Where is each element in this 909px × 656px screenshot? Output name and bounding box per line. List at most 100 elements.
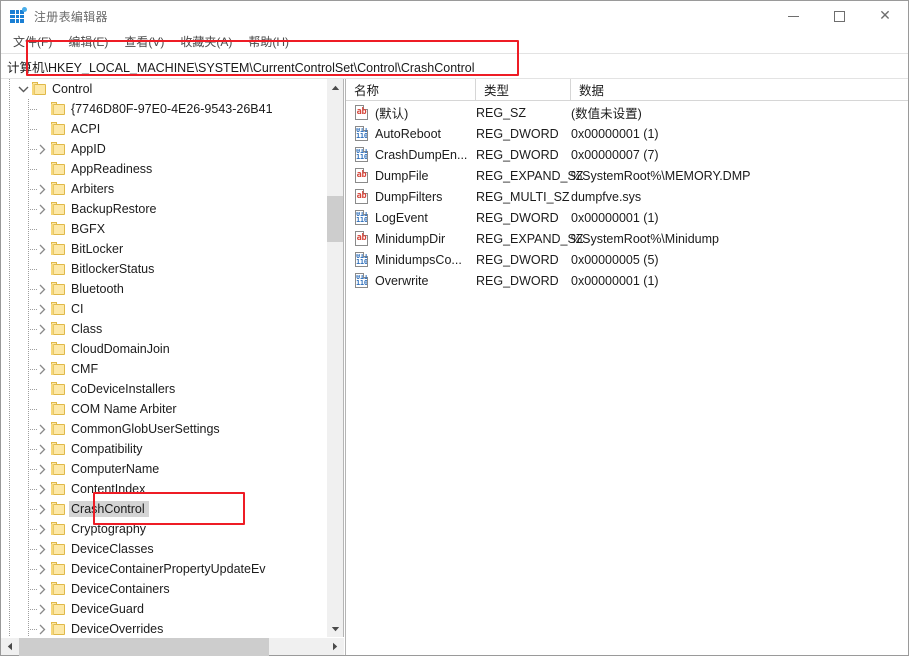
tree-horizontal-scrollbar[interactable] bbox=[1, 637, 344, 655]
tree-hscroll-thumb[interactable] bbox=[19, 638, 269, 656]
folder-icon bbox=[31, 82, 47, 96]
tree-scroll-track[interactable] bbox=[327, 96, 343, 620]
folder-icon bbox=[50, 182, 66, 196]
close-button[interactable]: ✕ bbox=[862, 1, 908, 32]
value-row[interactable]: 011110OverwriteREG_DWORD0x00000001 (1) bbox=[346, 270, 908, 291]
tree-item-clouddomainjoin[interactable]: CloudDomainJoin bbox=[1, 339, 326, 359]
column-header-type[interactable]: 类型 bbox=[476, 79, 571, 100]
chevron-right-icon[interactable] bbox=[34, 464, 50, 475]
folder-icon bbox=[50, 622, 66, 636]
minimize-button[interactable] bbox=[770, 1, 816, 32]
tree-item-deviceclasses[interactable]: DeviceClasses bbox=[1, 539, 326, 559]
tree-item-compatibility[interactable]: Compatibility bbox=[1, 439, 326, 459]
chevron-right-icon[interactable] bbox=[34, 584, 50, 595]
value-row[interactable]: abDumpFiltersREG_MULTI_SZdumpfve.sys bbox=[346, 186, 908, 207]
tree-item-label: BackupRestore bbox=[71, 202, 160, 216]
tree-item-appreadiness[interactable]: AppReadiness bbox=[1, 159, 326, 179]
value-type-cell: REG_SZ bbox=[476, 106, 571, 120]
folder-icon bbox=[50, 482, 66, 496]
column-header-name[interactable]: 名称 bbox=[346, 79, 476, 100]
value-row[interactable]: abDumpFileREG_EXPAND_SZ%SystemRoot%\MEMO… bbox=[346, 165, 908, 186]
values-column-header: 名称 类型 数据 bbox=[346, 79, 908, 101]
value-row[interactable]: 011110MinidumpsCo...REG_DWORD0x00000005 … bbox=[346, 249, 908, 270]
folder-icon bbox=[50, 502, 66, 516]
tree-item-bgfx[interactable]: BGFX bbox=[1, 219, 326, 239]
chevron-right-icon[interactable] bbox=[34, 604, 50, 615]
chevron-right-icon[interactable] bbox=[34, 364, 50, 375]
chevron-right-icon[interactable] bbox=[34, 624, 50, 635]
tree-viewport: Control{7746D80F-97E0-4E26-9543-26B41ACP… bbox=[1, 79, 344, 637]
tree-item-control[interactable]: Control bbox=[1, 79, 326, 99]
maximize-button[interactable] bbox=[816, 1, 862, 32]
value-data-cell: 0x00000001 (1) bbox=[571, 127, 908, 141]
tree-item-ci[interactable]: CI bbox=[1, 299, 326, 319]
value-row[interactable]: 011110CrashDumpEn...REG_DWORD0x00000007 … bbox=[346, 144, 908, 165]
menu-file[interactable]: 文件(F) bbox=[5, 33, 60, 52]
scroll-left-icon[interactable] bbox=[1, 638, 19, 655]
scroll-up-icon[interactable] bbox=[327, 79, 343, 96]
tree-scroll-thumb[interactable] bbox=[327, 196, 344, 242]
value-data-cell: (数值未设置) bbox=[571, 103, 908, 122]
tree-item-acpi[interactable]: ACPI bbox=[1, 119, 326, 139]
folder-icon bbox=[50, 222, 66, 236]
chevron-right-icon[interactable] bbox=[34, 144, 50, 155]
close-icon: ✕ bbox=[879, 9, 891, 23]
tree-item-deviceguard[interactable]: DeviceGuard bbox=[1, 599, 326, 619]
chevron-right-icon[interactable] bbox=[34, 184, 50, 195]
tree-item-arbiters[interactable]: Arbiters bbox=[1, 179, 326, 199]
registry-editor-window: 注册表编辑器 ✕ 文件(F) 编辑(E) 查看(V) 收藏夹(A) 帮助(H) … bbox=[0, 0, 909, 656]
chevron-right-icon[interactable] bbox=[34, 284, 50, 295]
tree-item-codeviceinstallers[interactable]: CoDeviceInstallers bbox=[1, 379, 326, 399]
chevron-right-icon[interactable] bbox=[34, 204, 50, 215]
chevron-right-icon[interactable] bbox=[34, 564, 50, 575]
menu-edit[interactable]: 编辑(E) bbox=[60, 33, 116, 52]
window-controls: ✕ bbox=[770, 1, 908, 32]
chevron-down-icon[interactable] bbox=[15, 85, 31, 93]
tree-item-contentindex[interactable]: ContentIndex bbox=[1, 479, 326, 499]
value-name-cell: 011110CrashDumpEn... bbox=[346, 147, 476, 162]
column-header-data[interactable]: 数据 bbox=[571, 79, 908, 100]
menu-favorites[interactable]: 收藏夹(A) bbox=[172, 33, 240, 52]
tree-item-cmf[interactable]: CMF bbox=[1, 359, 326, 379]
tree-vertical-scrollbar[interactable] bbox=[326, 79, 343, 637]
chevron-right-icon[interactable] bbox=[34, 484, 50, 495]
value-type-cell: REG_DWORD bbox=[476, 274, 571, 288]
tree-item-devicecontainers[interactable]: DeviceContainers bbox=[1, 579, 326, 599]
value-row[interactable]: 011110AutoRebootREG_DWORD0x00000001 (1) bbox=[346, 123, 908, 144]
menu-view[interactable]: 查看(V) bbox=[116, 33, 172, 52]
tree-item-class[interactable]: Class bbox=[1, 319, 326, 339]
scroll-right-icon[interactable] bbox=[326, 638, 344, 655]
value-row[interactable]: 011110LogEventREG_DWORD0x00000001 (1) bbox=[346, 207, 908, 228]
chevron-right-icon[interactable] bbox=[34, 504, 50, 515]
tree-item-bluetooth[interactable]: Bluetooth bbox=[1, 279, 326, 299]
tree-item-computername[interactable]: ComputerName bbox=[1, 459, 326, 479]
tree-hscroll-track[interactable] bbox=[19, 638, 326, 655]
tree-item-deviceoverrides[interactable]: DeviceOverrides bbox=[1, 619, 326, 637]
tree-item-label: Arbiters bbox=[71, 182, 118, 196]
chevron-right-icon[interactable] bbox=[34, 544, 50, 555]
registry-path-input[interactable]: 计算机\HKEY_LOCAL_MACHINE\SYSTEM\CurrentCon… bbox=[3, 55, 906, 77]
chevron-right-icon[interactable] bbox=[34, 524, 50, 535]
tree-item-devicecontainerpropertyupdateev[interactable]: DeviceContainerPropertyUpdateEv bbox=[1, 559, 326, 579]
menu-help[interactable]: 帮助(H) bbox=[240, 33, 297, 52]
tree-item-bitlocker[interactable]: BitLocker bbox=[1, 239, 326, 259]
chevron-right-icon[interactable] bbox=[34, 324, 50, 335]
tree-item-cryptography[interactable]: Cryptography bbox=[1, 519, 326, 539]
tree-item-appid[interactable]: AppID bbox=[1, 139, 326, 159]
tree-item-bitlockerstatus[interactable]: BitlockerStatus bbox=[1, 259, 326, 279]
value-row[interactable]: ab(默认)REG_SZ(数值未设置) bbox=[346, 102, 908, 123]
chevron-right-icon[interactable] bbox=[34, 424, 50, 435]
tree-item-com-name-arbiter[interactable]: COM Name Arbiter bbox=[1, 399, 326, 419]
scroll-down-icon[interactable] bbox=[327, 620, 343, 637]
value-name-label: AutoReboot bbox=[375, 127, 441, 141]
tree-item-commonglobusersettings[interactable]: CommonGlobUserSettings bbox=[1, 419, 326, 439]
window-title: 注册表编辑器 bbox=[34, 8, 108, 25]
tree-item--7746d80f-97e0-4e26-9543-26b41[interactable]: {7746D80F-97E0-4E26-9543-26B41 bbox=[1, 99, 326, 119]
value-row[interactable]: abMinidumpDirREG_EXPAND_SZ%SystemRoot%\M… bbox=[346, 228, 908, 249]
chevron-right-icon[interactable] bbox=[34, 444, 50, 455]
tree-item-backuprestore[interactable]: BackupRestore bbox=[1, 199, 326, 219]
tree-scroll-area[interactable]: Control{7746D80F-97E0-4E26-9543-26B41ACP… bbox=[1, 79, 326, 637]
chevron-right-icon[interactable] bbox=[34, 304, 50, 315]
chevron-right-icon[interactable] bbox=[34, 244, 50, 255]
tree-item-crashcontrol[interactable]: CrashControl bbox=[1, 499, 326, 519]
